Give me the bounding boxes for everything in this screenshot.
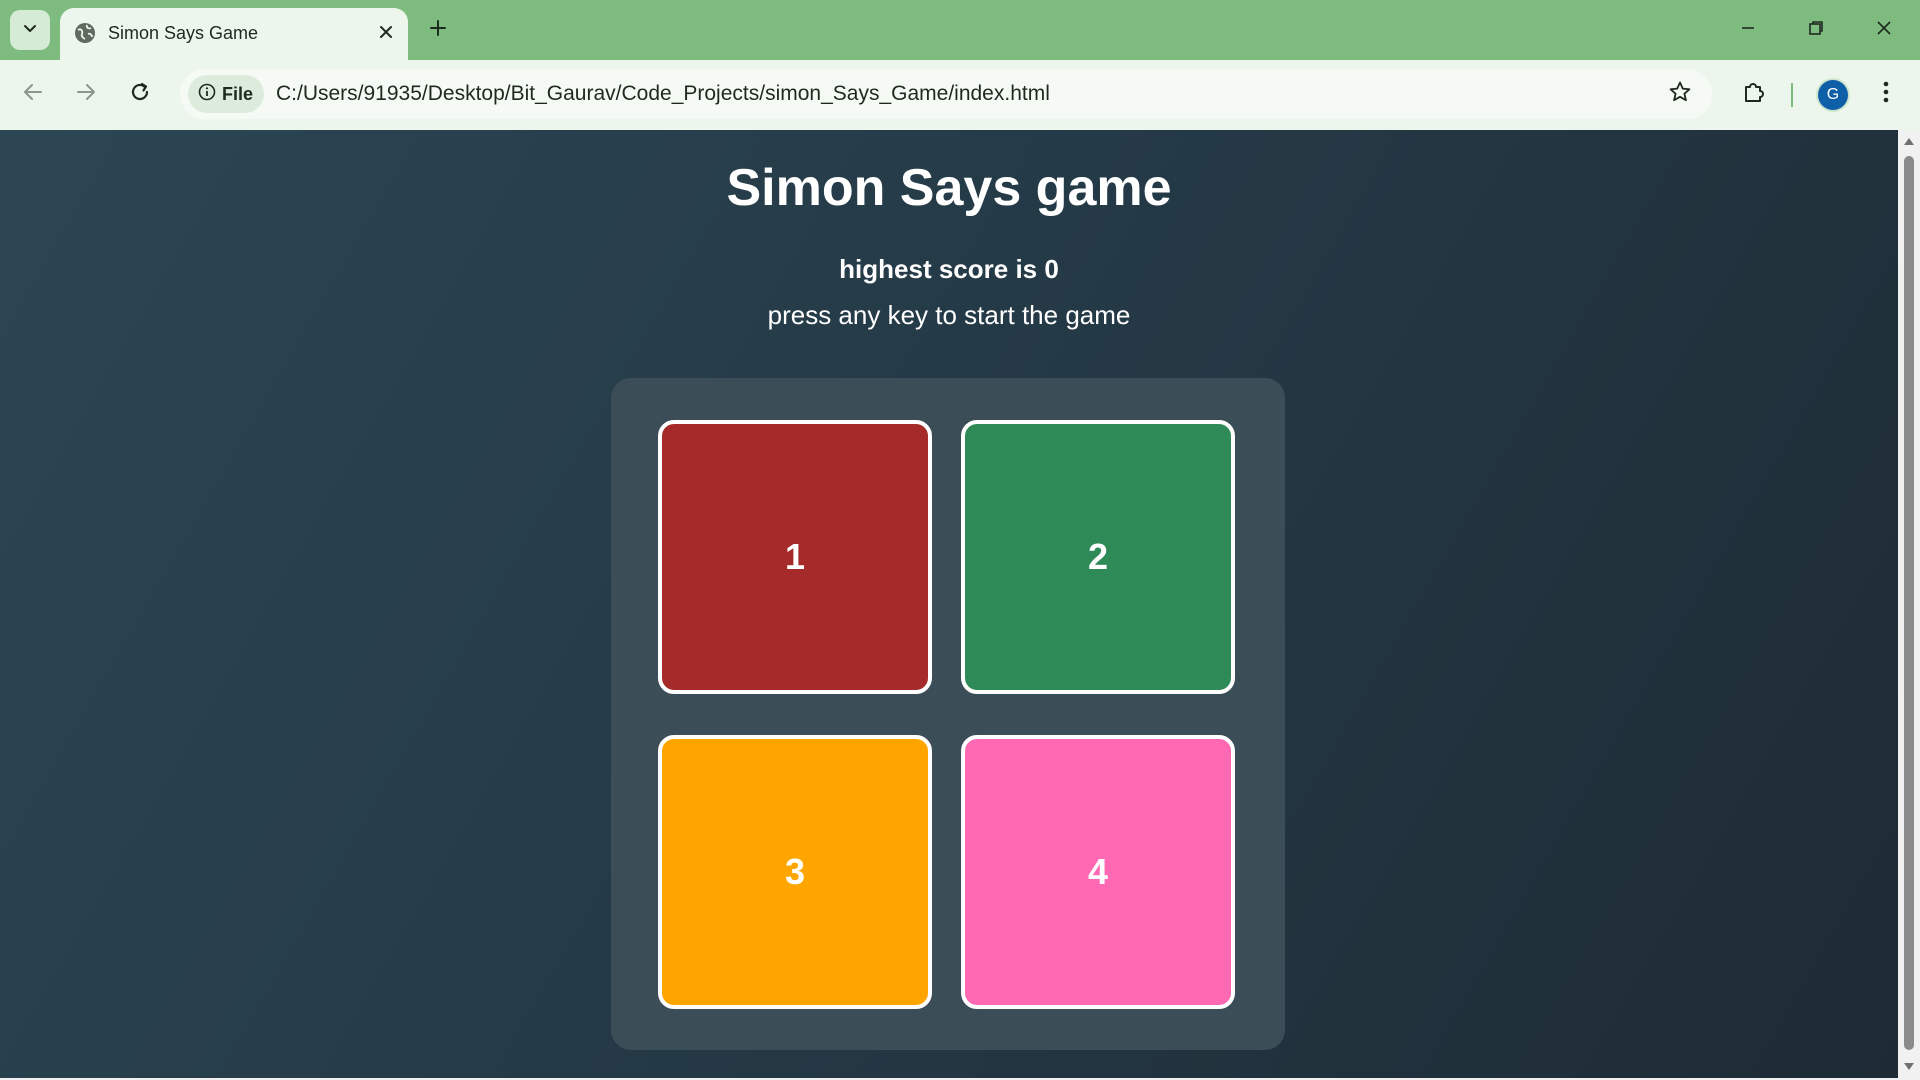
profile-avatar[interactable]: G <box>1818 80 1848 110</box>
pad-label: 1 <box>784 536 806 577</box>
menu-button[interactable] <box>1866 74 1906 114</box>
restore-icon <box>1808 20 1824 41</box>
site-info-label: File <box>222 83 254 104</box>
browser-toolbar: File C:/Users/91935/Desktop/Bit_Gaurav/C… <box>0 60 1920 130</box>
reload-icon <box>129 81 151 108</box>
game-pad-4[interactable]: 4 <box>961 735 1235 1009</box>
close-icon <box>1876 20 1892 41</box>
extensions-button[interactable] <box>1734 74 1774 114</box>
plus-icon <box>429 19 447 42</box>
reload-button[interactable] <box>120 74 160 114</box>
scrollbar-thumb[interactable] <box>1904 156 1914 1050</box>
tab-title: Simon Says Game <box>108 23 259 43</box>
puzzle-icon <box>1741 79 1767 110</box>
close-window-button[interactable] <box>1850 0 1918 60</box>
arrow-right-icon <box>75 81 97 108</box>
game-pad-3[interactable]: 3 <box>658 735 932 1009</box>
address-bar[interactable]: File C:/Users/91935/Desktop/Bit_Gaurav/C… <box>180 69 1712 119</box>
star-icon <box>1668 80 1692 109</box>
tab-search-button[interactable] <box>10 10 50 50</box>
tab-strip: Simon Says Game <box>0 0 1920 60</box>
game-pad-2[interactable]: 2 <box>961 420 1235 694</box>
scroll-down-arrow-icon[interactable] <box>1902 1060 1916 1074</box>
close-tab-icon[interactable] <box>372 18 400 46</box>
minimize-button[interactable] <box>1714 0 1782 60</box>
page-title: Simon Says game <box>726 159 1172 217</box>
scroll-up-arrow-icon[interactable] <box>1902 134 1916 148</box>
new-tab-button[interactable] <box>420 12 456 48</box>
pad-label: 4 <box>1087 851 1109 892</box>
globe-icon <box>73 21 97 45</box>
game-board: 1 2 3 4 <box>611 378 1285 1050</box>
highest-score-text: highest score is 0 <box>839 254 1059 284</box>
arrow-left-icon <box>22 81 44 108</box>
chevron-down-icon <box>22 20 38 41</box>
restore-button[interactable] <box>1782 0 1850 60</box>
minimize-icon <box>1740 20 1756 41</box>
pad-label: 2 <box>1087 536 1109 577</box>
url-text[interactable]: C:/Users/91935/Desktop/Bit_Gaurav/Code_P… <box>276 82 1050 106</box>
bookmark-button[interactable] <box>1660 74 1700 114</box>
vertical-scrollbar[interactable] <box>1898 130 1920 1078</box>
pad-label: 3 <box>784 851 806 892</box>
more-vertical-icon <box>1883 81 1889 108</box>
forward-button[interactable] <box>66 74 106 114</box>
start-prompt-text: press any key to start the game <box>767 300 1131 330</box>
page-viewport: Simon Says game highest score is 0 press… <box>0 130 1898 1078</box>
site-info-button[interactable]: File <box>188 75 264 113</box>
game-pad-1[interactable]: 1 <box>658 420 932 694</box>
back-button[interactable] <box>13 74 53 114</box>
tab-active[interactable]: Simon Says Game <box>60 8 408 60</box>
toolbar-divider <box>1791 83 1793 107</box>
info-icon <box>198 83 216 106</box>
